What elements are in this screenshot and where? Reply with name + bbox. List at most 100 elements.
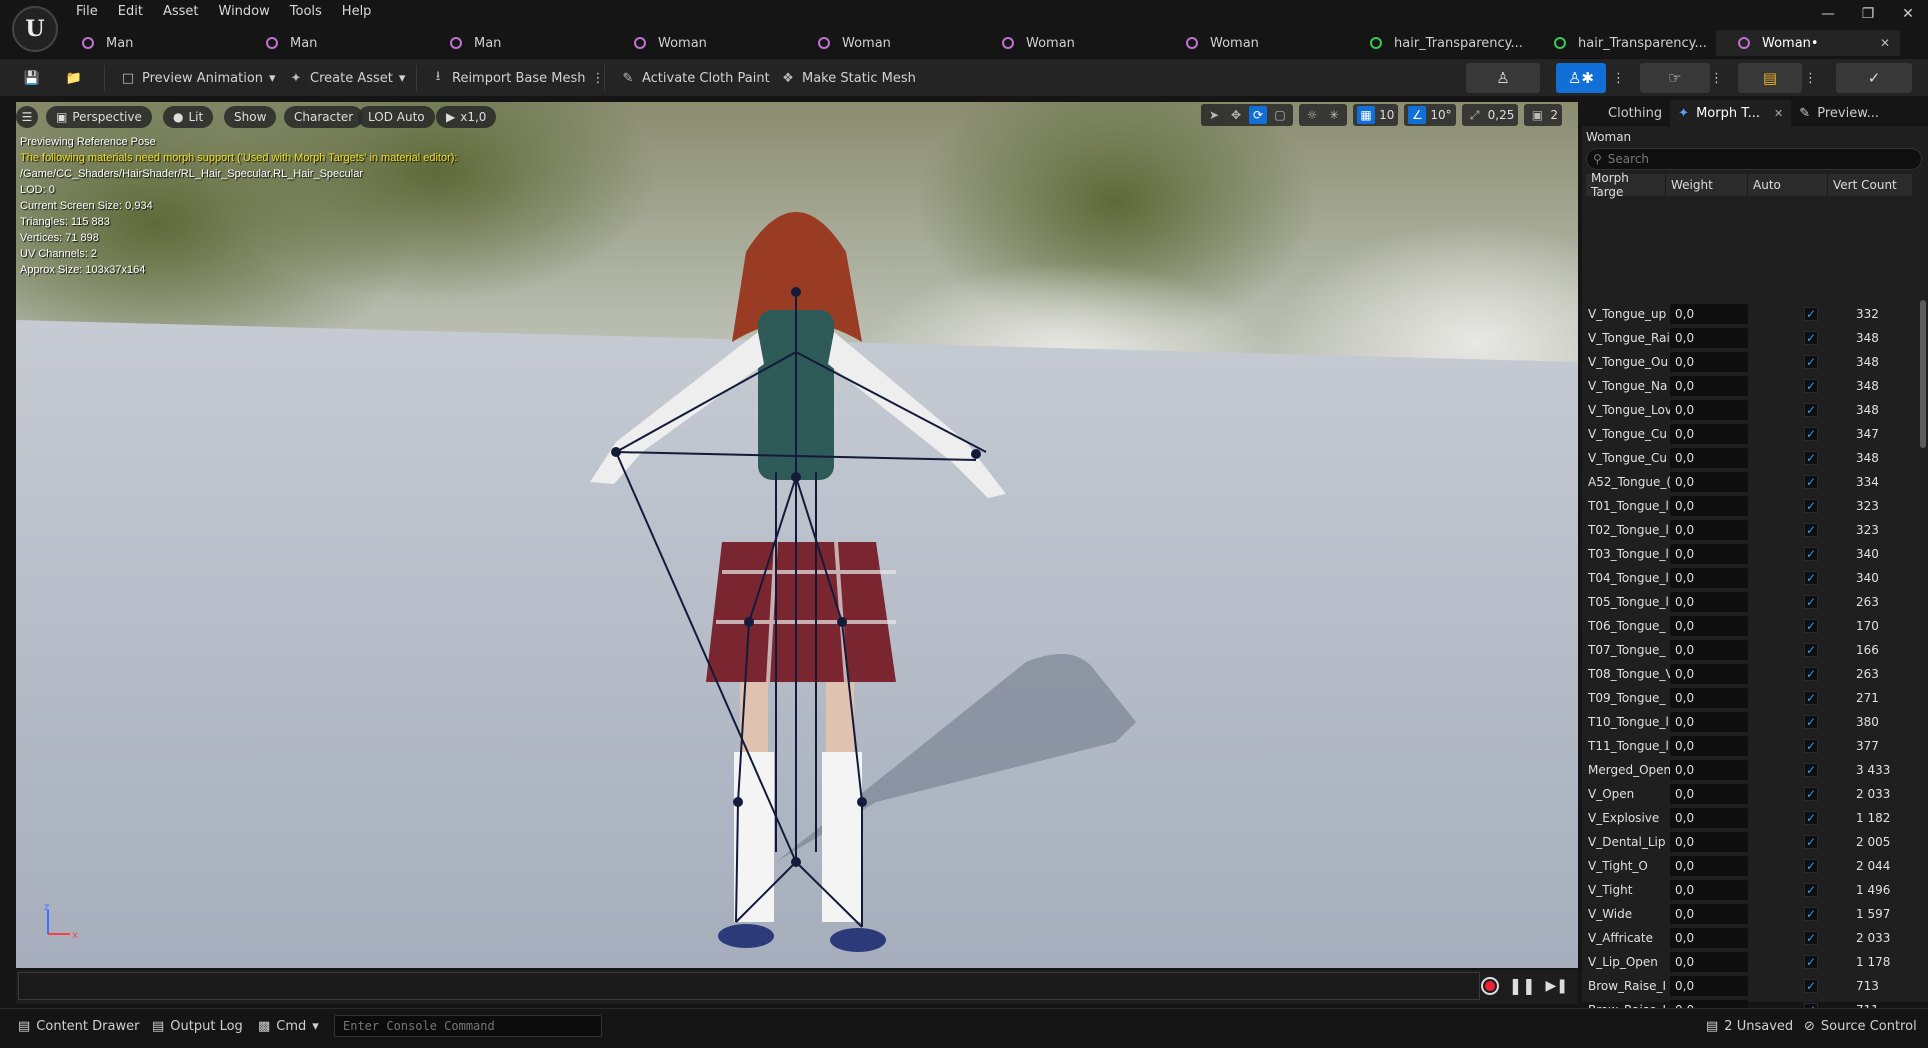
activate-cloth-paint-button[interactable]: ✎ Activate Cloth Paint [620, 65, 770, 91]
morph-target-row[interactable]: V_Dental_Lip 0,0 ✓ 2 005 [1586, 830, 1916, 854]
lit-button[interactable]: ● Lit [163, 106, 214, 128]
playback-speed-button[interactable]: ▶ x1,0 [436, 106, 497, 128]
morph-target-row[interactable]: V_Tongue_Lov 0,0 ✓ 348 [1586, 398, 1916, 422]
auto-checkbox[interactable]: ✓ [1804, 667, 1818, 681]
weight-input[interactable]: 0,0 [1670, 424, 1748, 444]
morph-target-row[interactable]: T11_Tongue_l 0,0 ✓ 377 [1586, 734, 1916, 758]
morph-search-input[interactable]: ⚲ Search [1586, 148, 1922, 170]
menu-edit[interactable]: Edit [108, 2, 153, 21]
auto-checkbox[interactable]: ✓ [1804, 547, 1818, 561]
auto-checkbox[interactable]: ✓ [1804, 331, 1818, 345]
tab-preview[interactable]: ✎ Preview... [1791, 100, 1887, 126]
auto-checkbox[interactable]: ✓ [1804, 643, 1818, 657]
menu-help[interactable]: Help [332, 2, 382, 21]
weight-input[interactable]: 0,0 [1670, 376, 1748, 396]
weight-input[interactable]: 0,0 [1670, 688, 1748, 708]
morph-target-row[interactable]: T06_Tongue_ 0,0 ✓ 170 [1586, 614, 1916, 638]
weight-input[interactable]: 0,0 [1670, 616, 1748, 636]
tab-hair-material-1[interactable]: hair_Transparency... [1348, 30, 1532, 56]
auto-checkbox[interactable]: ✓ [1804, 307, 1818, 321]
skeleton-mode-button[interactable]: ♙ [1466, 63, 1540, 93]
tab-man-3[interactable]: Man [428, 30, 612, 56]
restore-icon[interactable]: ❐ [1848, 0, 1888, 28]
make-static-mesh-button[interactable]: ❖ Make Static Mesh [780, 65, 916, 91]
auto-checkbox[interactable]: ✓ [1804, 739, 1818, 753]
timeline-track[interactable] [18, 972, 1480, 1000]
morph-target-row[interactable]: V_Tight 0,0 ✓ 1 496 [1586, 878, 1916, 902]
preview-viewport[interactable]: ☰ ▣ Perspective ● Lit Show Character LOD A… [16, 102, 1578, 968]
auto-checkbox[interactable]: ✓ [1804, 883, 1818, 897]
more-options-icon[interactable]: ⋮ [592, 71, 605, 86]
tab-clothing[interactable]: Clothing [1582, 100, 1670, 126]
source-control-button[interactable]: ⊘ Source Control [1804, 1019, 1917, 1034]
weight-input[interactable]: 0,0 [1670, 544, 1748, 564]
auto-checkbox[interactable]: ✓ [1804, 619, 1818, 633]
weight-input[interactable]: 0,0 [1670, 664, 1748, 684]
close-tab-icon[interactable]: ✕ [1880, 36, 1890, 50]
scale-snap-icon[interactable]: ⤢ [1466, 106, 1484, 124]
weight-input[interactable]: 0,0 [1670, 976, 1748, 996]
console-command-input[interactable] [334, 1015, 602, 1037]
auto-checkbox[interactable]: ✓ [1804, 379, 1818, 393]
viewport-menu-icon[interactable]: ☰ [16, 106, 38, 128]
auto-checkbox[interactable]: ✓ [1804, 403, 1818, 417]
lod-button[interactable]: LOD Auto [358, 106, 435, 128]
more-options-icon[interactable]: ⋮ [1710, 65, 1723, 91]
rotate-icon[interactable]: ⟳ [1249, 106, 1268, 124]
tab-man-2[interactable]: Man [244, 30, 428, 56]
auto-checkbox[interactable]: ✓ [1804, 859, 1818, 873]
weight-input[interactable]: 0,0 [1670, 640, 1748, 660]
weight-input[interactable]: 0,0 [1670, 328, 1748, 348]
tab-hair-material-2[interactable]: hair_Transparency... [1532, 30, 1716, 56]
auto-checkbox[interactable]: ✓ [1804, 763, 1818, 777]
weight-input[interactable]: 0,0 [1670, 880, 1748, 900]
camera-icon[interactable]: ▣ [1528, 106, 1546, 124]
morph-target-row[interactable]: T07_Tongue_ 0,0 ✓ 166 [1586, 638, 1916, 662]
content-drawer-button[interactable]: ▤ Content Drawer [18, 1019, 139, 1034]
select-icon[interactable]: ➤ [1205, 106, 1223, 124]
morph-target-row[interactable]: V_Explosive 0,0 ✓ 1 182 [1586, 806, 1916, 830]
weight-input[interactable]: 0,0 [1670, 448, 1748, 468]
scale-icon[interactable]: ▢ [1271, 106, 1289, 124]
morph-target-row[interactable]: V_Affricate 0,0 ✓ 2 033 [1586, 926, 1916, 950]
auto-checkbox[interactable]: ✓ [1804, 691, 1818, 705]
morph-target-row[interactable]: T09_Tongue_ 0,0 ✓ 271 [1586, 686, 1916, 710]
close-window-icon[interactable]: ✕ [1888, 0, 1928, 28]
close-tab-icon[interactable]: ✕ [1774, 107, 1783, 120]
morph-target-row[interactable]: T08_Tongue_V 0,0 ✓ 263 [1586, 662, 1916, 686]
col-weight[interactable]: Weight [1666, 174, 1748, 196]
tab-woman-2[interactable]: Woman [796, 30, 980, 56]
auto-checkbox[interactable]: ✓ [1804, 811, 1818, 825]
morph-target-row[interactable]: V_Tongue_Cu 0,0 ✓ 347 [1586, 422, 1916, 446]
unsaved-button[interactable]: ▤ 2 Unsaved [1706, 1019, 1793, 1034]
weight-input[interactable]: 0,0 [1670, 304, 1748, 324]
auto-checkbox[interactable]: ✓ [1804, 979, 1818, 993]
weight-input[interactable]: 0,0 [1670, 904, 1748, 924]
morph-target-row[interactable]: Brow_Raise_I 0,0 ✓ 713 [1586, 974, 1916, 998]
menu-file[interactable]: File [66, 2, 108, 21]
weight-input[interactable]: 0,0 [1670, 352, 1748, 372]
auto-checkbox[interactable]: ✓ [1804, 355, 1818, 369]
record-button[interactable] [1480, 976, 1499, 995]
weight-input[interactable]: 0,0 [1670, 592, 1748, 612]
angle-snap-icon[interactable]: ∠ [1408, 106, 1427, 124]
col-vert-count[interactable]: Vert Count [1828, 174, 1912, 196]
animation-mode-button[interactable]: ☞ [1640, 63, 1710, 93]
preview-animation-button[interactable]: □ Preview Animation ▾ [120, 65, 276, 91]
morph-target-row[interactable]: V_Wide 0,0 ✓ 1 597 [1586, 902, 1916, 926]
weight-input[interactable]: 0,0 [1670, 472, 1748, 492]
morph-target-row[interactable]: T03_Tongue_l 0,0 ✓ 340 [1586, 542, 1916, 566]
auto-checkbox[interactable]: ✓ [1804, 595, 1818, 609]
tab-woman-3[interactable]: Woman [980, 30, 1164, 56]
morph-target-row[interactable]: T05_Tongue_l 0,0 ✓ 263 [1586, 590, 1916, 614]
scale-snap-control[interactable]: ⤢ 0,25 [1461, 104, 1519, 126]
tab-morph-targets[interactable]: ✦ Morph T... ✕ [1670, 100, 1792, 126]
unreal-logo-icon[interactable]: U [12, 6, 58, 52]
more-options-icon[interactable]: ⋮ [1612, 65, 1625, 91]
weight-input[interactable]: 0,0 [1670, 712, 1748, 732]
weight-input[interactable]: 0,0 [1670, 928, 1748, 948]
morph-target-row[interactable]: A52_Tongue_(0,0 ✓ 334 [1586, 470, 1916, 494]
morph-target-row[interactable]: V_Lip_Open 0,0 ✓ 1 178 [1586, 950, 1916, 974]
physics-mode-button[interactable]: ✓ [1836, 63, 1912, 93]
weight-input[interactable]: 0,0 [1670, 520, 1748, 540]
